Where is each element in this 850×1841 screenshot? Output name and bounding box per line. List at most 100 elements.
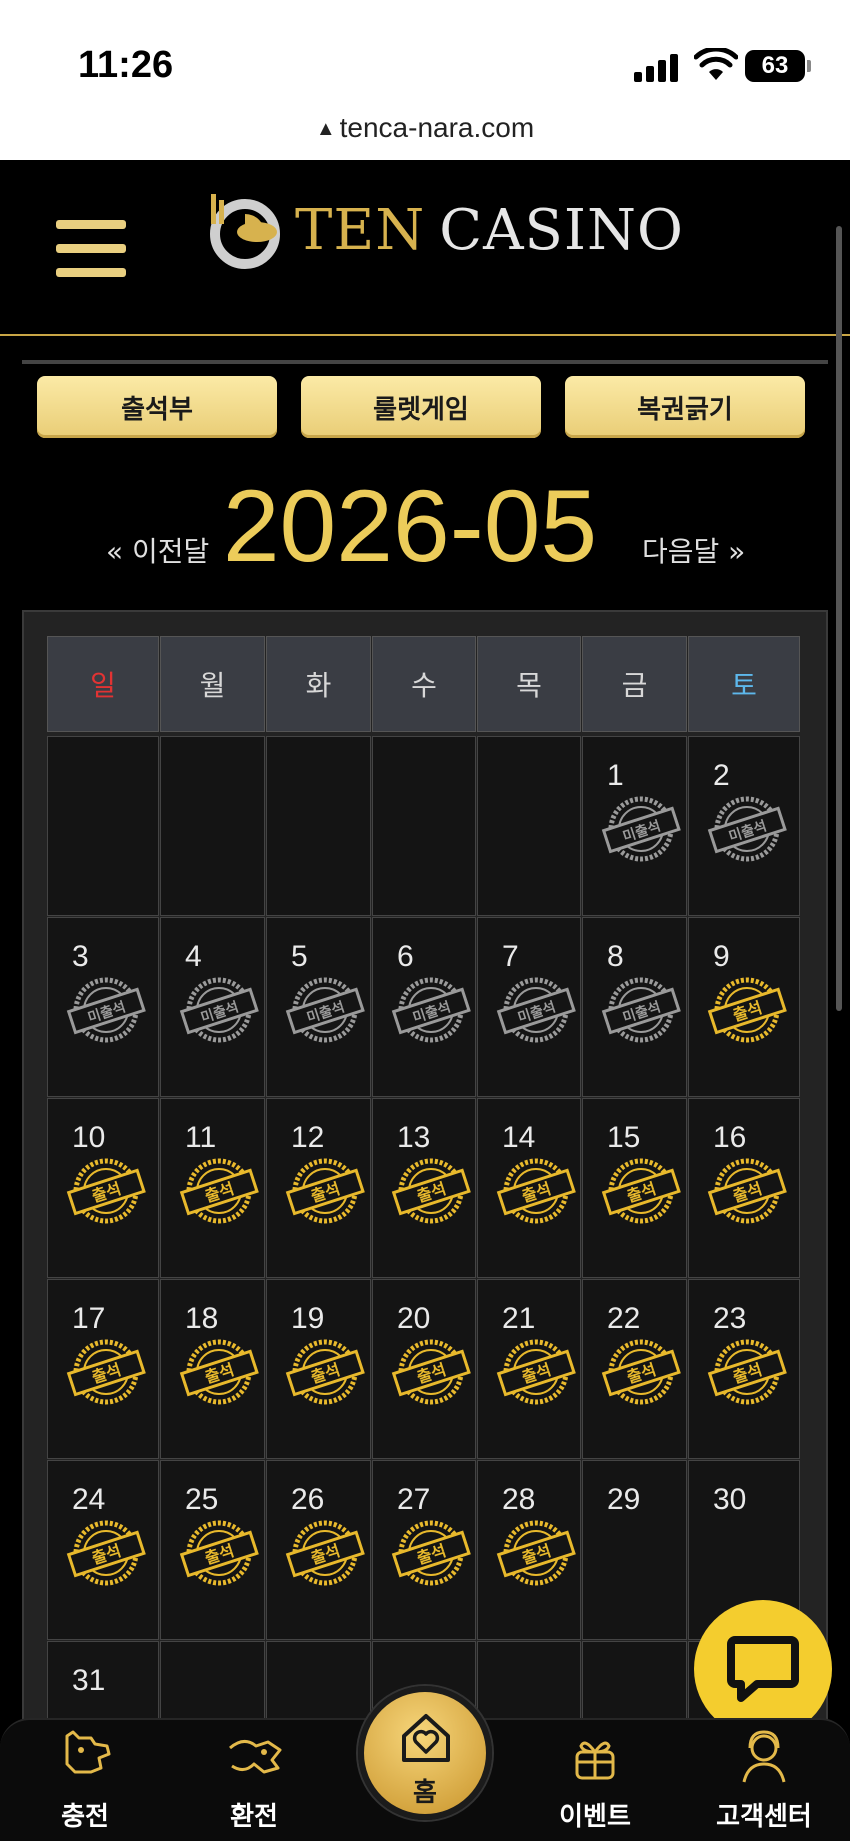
day-number: 1 [607, 759, 624, 792]
attended-stamp-icon: 출석 [601, 1339, 681, 1405]
logo-emblem-icon [210, 194, 280, 269]
battery-icon: 63 [745, 50, 811, 82]
attended-stamp-icon: 출석 [66, 1520, 146, 1586]
charge-icon [65, 1730, 111, 1774]
calendar-day: 20 출석 [372, 1279, 476, 1459]
calendar-day: 29 [582, 1460, 687, 1640]
nav-home[interactable]: 홈 [358, 1686, 492, 1820]
day-number: 3 [72, 940, 89, 973]
attended-stamp-icon: 출석 [707, 977, 787, 1043]
day-number: 24 [72, 1483, 106, 1516]
day-number: 18 [185, 1302, 219, 1335]
calendar-day: 1 미출석 [582, 736, 687, 916]
nav-charge[interactable]: 충전 [15, 1720, 155, 1841]
attended-stamp-icon: 출석 [391, 1520, 471, 1586]
day-number: 12 [291, 1121, 325, 1154]
divider [22, 360, 828, 364]
attended-stamp-icon: 출석 [496, 1520, 576, 1586]
calendar-empty-cell [266, 736, 371, 916]
absent-stamp-icon: 미출석 [179, 977, 259, 1043]
calendar-day: 21 출석 [477, 1279, 581, 1459]
wifi-icon [694, 48, 738, 80]
calendar-day: 11 출석 [160, 1098, 265, 1278]
calendar-day: 26 출석 [266, 1460, 371, 1640]
day-number: 10 [72, 1121, 106, 1154]
nav-support-label: 고객센터 [716, 1802, 812, 1832]
weekday-header: 토 [688, 636, 800, 732]
attended-stamp-icon: 출석 [285, 1158, 365, 1224]
calendar-empty-cell [47, 736, 159, 916]
calendar-day: 12 출석 [266, 1098, 371, 1278]
tab-attendance[interactable]: 출석부 [37, 376, 277, 438]
weekday-header: 월 [160, 636, 265, 732]
next-month-link[interactable]: 다음달 » [642, 530, 745, 570]
day-number: 11 [185, 1121, 217, 1154]
current-month: 2026-05 [222, 469, 598, 583]
day-number: 19 [291, 1302, 325, 1335]
site-logo[interactable]: TEN CASINO [205, 190, 684, 270]
day-number: 14 [502, 1121, 536, 1154]
calendar-day: 10 출석 [47, 1098, 159, 1278]
scrollbar[interactable] [836, 226, 842, 1011]
day-number: 20 [397, 1302, 431, 1335]
menu-icon[interactable] [56, 220, 126, 280]
attended-stamp-icon: 출석 [601, 1158, 681, 1224]
logo-wordmark: TEN CASINO [295, 198, 684, 263]
calendar-day: 2 미출석 [688, 736, 800, 916]
day-number: 25 [185, 1483, 219, 1516]
calendar-day: 4 미출석 [160, 917, 265, 1097]
absent-stamp-icon: 미출석 [391, 977, 471, 1043]
calendar-empty-cell [477, 736, 581, 916]
attended-stamp-icon: 출석 [285, 1339, 365, 1405]
day-number: 15 [607, 1121, 641, 1154]
calendar-day: 28 출석 [477, 1460, 581, 1640]
weekday-header: 수 [372, 636, 476, 732]
day-number: 27 [397, 1483, 431, 1516]
url-text: tenca-nara.com [339, 112, 535, 143]
calendar-day: 14 출석 [477, 1098, 581, 1278]
weekday-header: 일 [47, 636, 159, 732]
day-number: 6 [397, 940, 414, 973]
prev-month-link[interactable]: « 이전달 [106, 530, 209, 570]
absent-stamp-icon: 미출석 [707, 796, 787, 862]
calendar-day: 9 출석 [688, 917, 800, 1097]
calendar-day: 5 미출석 [266, 917, 371, 1097]
weekday-header: 화 [266, 636, 371, 732]
day-number: 5 [291, 940, 308, 973]
calendar-day: 18 출석 [160, 1279, 265, 1459]
nav-event[interactable]: 이벤트 [525, 1720, 665, 1841]
clock: 11:26 [78, 44, 174, 86]
absent-stamp-icon: 미출석 [496, 977, 576, 1043]
lock-icon: ▲ [315, 118, 336, 140]
calendar-day: 15 출석 [582, 1098, 687, 1278]
nav-event-label: 이벤트 [559, 1802, 631, 1832]
day-number: 22 [607, 1302, 641, 1335]
day-number: 31 [72, 1664, 106, 1697]
calendar-day: 25 출석 [160, 1460, 265, 1640]
attended-stamp-icon: 출석 [707, 1339, 787, 1405]
attended-stamp-icon: 출석 [707, 1158, 787, 1224]
calendar-day: 8 미출석 [582, 917, 687, 1097]
attended-stamp-icon: 출석 [496, 1339, 576, 1405]
calendar-empty-cell [160, 736, 265, 916]
day-number: 9 [713, 940, 730, 973]
nav-support[interactable]: 고객센터 [694, 1720, 834, 1841]
address-bar[interactable]: ▲ tenca-nara.com [0, 112, 850, 144]
calendar-day: 6 미출석 [372, 917, 476, 1097]
attended-stamp-icon: 출석 [496, 1158, 576, 1224]
day-number: 21 [502, 1302, 536, 1335]
nav-charge-label: 충전 [61, 1802, 109, 1832]
tab-lottery[interactable]: 복권긁기 [565, 376, 805, 438]
calendar-day: 23 출석 [688, 1279, 800, 1459]
nav-exchange[interactable]: 환전 [184, 1720, 324, 1841]
day-number: 7 [502, 940, 519, 973]
attended-stamp-icon: 출석 [179, 1339, 259, 1405]
day-number: 2 [713, 759, 730, 792]
attended-stamp-icon: 출석 [391, 1339, 471, 1405]
day-number: 16 [713, 1121, 747, 1154]
logo-casino: CASINO [439, 197, 684, 263]
attended-stamp-icon: 출석 [179, 1520, 259, 1586]
day-number: 28 [502, 1483, 536, 1516]
tab-roulette[interactable]: 룰렛게임 [301, 376, 541, 438]
home-heart-icon [402, 1714, 450, 1762]
